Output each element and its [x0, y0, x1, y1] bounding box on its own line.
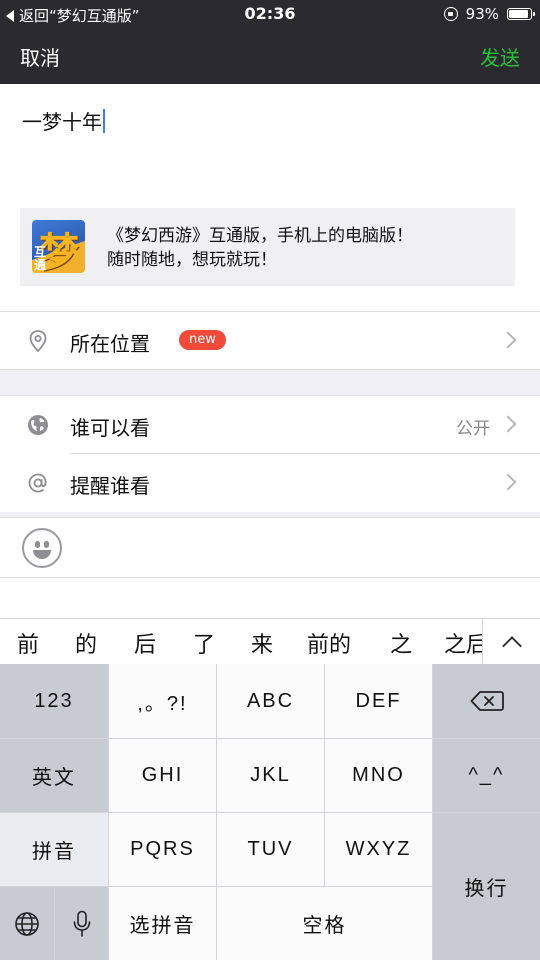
globe-key[interactable] [0, 887, 54, 960]
visibility-value: 公开 [456, 419, 490, 439]
key-emoticon[interactable]: ^_^ [433, 739, 540, 812]
candidate-word[interactable]: 前 [17, 627, 39, 659]
cancel-button[interactable]: 取消 [20, 42, 60, 71]
candidate-word[interactable]: 的 [75, 627, 97, 659]
expand-candidates-button[interactable] [482, 619, 540, 664]
shared-link-card[interactable]: 梦 互通 《梦幻西游》互通版，手机上的电脑版！ 随时随地，想玩就玩！ [20, 208, 515, 286]
shared-link-description: 《梦幻西游》互通版，手机上的电脑版！ 随时随地，想玩就玩！ [107, 224, 413, 272]
battery-percent: 93% [465, 5, 499, 23]
keyboard: 123 ,。?! ABC DEF 英文 GHI JKL MNO ^_^ 拼音 P… [0, 664, 540, 960]
send-button[interactable]: 发送 [480, 42, 520, 71]
key-jkl[interactable]: JKL [217, 739, 324, 812]
space-key[interactable]: 空格 [217, 887, 432, 960]
candidate-word[interactable]: 之 [390, 627, 412, 659]
globe-icon [28, 415, 48, 435]
post-text-value: 一梦十年 [22, 110, 102, 134]
key-wxyz[interactable]: WXYZ [325, 813, 432, 886]
globe-icon [15, 911, 39, 936]
nav-bar: 取消 发送 [0, 28, 540, 84]
battery-fill [509, 10, 529, 18]
emoji-bar [0, 518, 540, 578]
backspace-icon [470, 691, 504, 711]
game-thumbnail: 梦 互通 [32, 220, 85, 273]
key-tuv[interactable]: TUV [217, 813, 324, 886]
location-row[interactable]: 所在位置 new [0, 312, 540, 370]
key-123[interactable]: 123 [0, 664, 108, 738]
key-english[interactable]: 英文 [0, 739, 108, 812]
microphone-icon [73, 910, 90, 937]
location-pin-icon [29, 330, 47, 353]
mention-label: 提醒谁看 [70, 474, 150, 498]
mention-row[interactable]: 提醒谁看 [0, 454, 540, 512]
chevron-right-icon [499, 331, 517, 349]
emoji-face-icon[interactable] [22, 528, 62, 568]
text-caret [103, 108, 105, 133]
rotation-lock-icon [443, 7, 458, 21]
shared-link-line1: 《梦幻西游》互通版，手机上的电脑版！ [107, 226, 413, 246]
key-punctuation[interactable]: ,。?! [109, 664, 216, 738]
key-pqrs[interactable]: PQRS [109, 813, 216, 886]
shared-link-line2: 随时随地，想玩就玩！ [107, 250, 277, 270]
return-key[interactable]: 换行 [433, 813, 540, 960]
thumbnail-small-text: 互通 [34, 245, 47, 272]
candidate-word[interactable]: 前的 [307, 627, 351, 659]
divider [0, 369, 540, 370]
status-indicators: 93% [443, 5, 535, 23]
key-mno[interactable]: MNO [325, 739, 432, 812]
candidate-bar: 前 的 后 了 来 前的 之 之后 [0, 618, 540, 664]
dictation-key[interactable] [55, 887, 108, 960]
visibility-label: 谁可以看 [70, 416, 150, 440]
key-def[interactable]: DEF [325, 664, 432, 738]
delete-key[interactable] [433, 664, 540, 738]
key-ghi[interactable]: GHI [109, 739, 216, 812]
new-badge: new [179, 330, 226, 350]
post-text-input[interactable]: 一梦十年 [22, 106, 105, 135]
battery-icon [507, 8, 535, 20]
at-icon [28, 473, 47, 493]
key-abc[interactable]: ABC [217, 664, 324, 738]
candidate-word[interactable]: 了 [193, 627, 215, 659]
chevron-right-icon [499, 473, 517, 491]
divider [0, 577, 540, 578]
key-select-pinyin[interactable]: 选拼音 [109, 887, 216, 960]
candidate-word[interactable]: 后 [134, 627, 156, 659]
candidate-word[interactable]: 来 [251, 627, 273, 659]
visibility-row[interactable]: 谁可以看 公开 [0, 396, 540, 454]
chevron-right-icon [499, 415, 517, 433]
status-bar: 返回“梦幻互通版” 02:36 93% [0, 0, 540, 28]
section-gap [0, 370, 540, 396]
location-label: 所在位置 [70, 332, 150, 356]
key-pinyin[interactable]: 拼音 [0, 813, 108, 886]
